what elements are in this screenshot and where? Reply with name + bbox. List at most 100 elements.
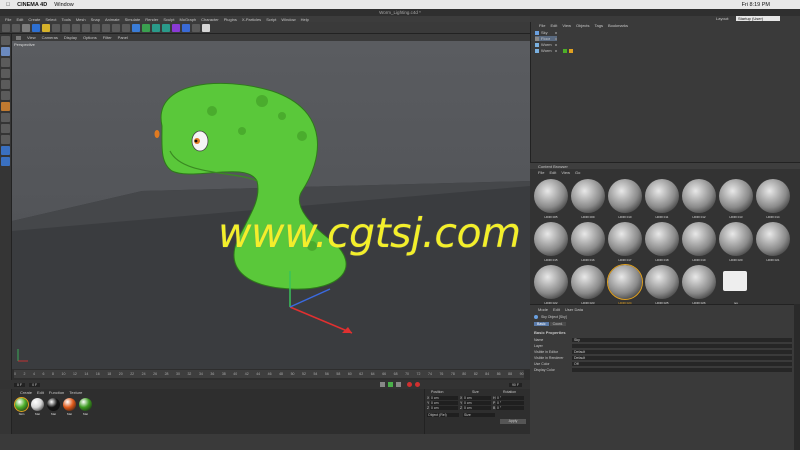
material-ball[interactable]: [63, 398, 76, 411]
visibility-dot-icon[interactable]: [555, 37, 557, 40]
object-menu-bookmarks[interactable]: Bookmarks: [608, 23, 628, 28]
coord-size-field[interactable]: 0 cm: [463, 406, 491, 411]
visibility-dot-icon[interactable]: [555, 43, 557, 46]
menu-sculpt[interactable]: Sculpt: [163, 17, 174, 22]
hdri-label[interactable]: HDRI 005: [534, 215, 568, 219]
coord-system-icon[interactable]: [92, 23, 100, 32]
viewport-panel-icon[interactable]: [16, 35, 21, 40]
material-label[interactable]: Skin: [15, 412, 28, 416]
viewport-perspective[interactable]: Perspective: [12, 41, 530, 369]
pen-icon[interactable]: [142, 23, 150, 32]
menu-plugins[interactable]: Plugins: [224, 17, 237, 22]
coord-pos-field[interactable]: 0 cm: [430, 406, 458, 411]
attribute-scrollbar[interactable]: [794, 304, 800, 450]
visibility-dot-icon[interactable]: [555, 31, 557, 34]
material-ball[interactable]: [31, 398, 44, 411]
menu-create[interactable]: Create: [28, 17, 40, 22]
hdri-label[interactable]: HDRI 015: [534, 258, 568, 262]
cb-menu-file[interactable]: File: [538, 170, 544, 175]
object-menu-view[interactable]: View: [562, 23, 571, 28]
go-start-icon[interactable]: [380, 382, 386, 387]
material-label[interactable]: Mat: [31, 412, 44, 416]
hdri-thumbnail[interactable]: [571, 179, 605, 213]
make-editable-icon[interactable]: [1, 36, 10, 45]
hdri-thumbnail[interactable]: [608, 179, 642, 213]
redo-icon[interactable]: [12, 23, 20, 32]
attr-menu-user-data[interactable]: User Data: [565, 307, 583, 312]
folder-icon[interactable]: [723, 271, 747, 291]
layout-dropdown[interactable]: Startup (User): [736, 16, 780, 21]
cb-menu-edit[interactable]: Edit: [549, 170, 556, 175]
move-icon[interactable]: [32, 23, 40, 32]
coord-pos-field[interactable]: 0 cm: [430, 395, 458, 400]
hdri-label[interactable]: HDRI 018: [645, 258, 679, 262]
hdri-label[interactable]: HDRI 020: [719, 258, 753, 262]
material-tag-icon[interactable]: [569, 48, 573, 53]
hdri-label[interactable]: HDRI 009: [571, 215, 605, 219]
z-axis-icon[interactable]: [82, 23, 90, 32]
coord-size-field[interactable]: 0 cm: [463, 395, 491, 400]
hdri-thumbnail[interactable]: [719, 179, 753, 213]
hdri-label[interactable]: HDRI 010: [608, 215, 642, 219]
hdri-thumbnail[interactable]: [645, 179, 679, 213]
subdivision-icon[interactable]: [152, 23, 160, 32]
hdri-thumbnail[interactable]: [534, 222, 568, 256]
viewport-menu-options[interactable]: Options: [83, 35, 97, 40]
render-picture-icon[interactable]: [112, 23, 120, 32]
object-row[interactable]: Floor: [535, 36, 557, 41]
hdri-thumbnail[interactable]: [571, 265, 605, 299]
autokey-icon[interactable]: [415, 382, 421, 387]
material-ball[interactable]: [14, 397, 29, 412]
viewport-menu-panel[interactable]: Panel: [118, 35, 128, 40]
attribute-value[interactable]: Off: [572, 362, 792, 366]
undo-icon[interactable]: [2, 23, 10, 32]
object-row[interactable]: Worm: [535, 42, 557, 47]
hdri-thumbnail[interactable]: [645, 265, 679, 299]
hdri-label[interactable]: HDRI 016: [571, 258, 605, 262]
clock[interactable]: Fri 8:19 PM: [742, 2, 770, 8]
coord-rot-field[interactable]: 0 °: [496, 406, 524, 411]
material-menu-create[interactable]: Create: [20, 390, 32, 395]
menu-simulate[interactable]: Simulate: [125, 17, 141, 22]
hdri-thumbnail[interactable]: [756, 179, 790, 213]
menu-animate[interactable]: Animate: [105, 17, 120, 22]
model-mode-icon[interactable]: [1, 47, 10, 56]
hdri-thumbnail[interactable]: [534, 265, 568, 299]
menu-character[interactable]: Character: [201, 17, 219, 22]
y-axis-icon[interactable]: [72, 23, 80, 32]
object-menu-objects[interactable]: Objects: [576, 23, 590, 28]
menu-help[interactable]: Help: [301, 17, 309, 22]
hdri-thumbnail[interactable]: [534, 179, 568, 213]
texture-mode-icon[interactable]: [1, 58, 10, 67]
edges-mode-icon[interactable]: [1, 91, 10, 100]
menu-x-particles[interactable]: X-Particles: [242, 17, 261, 22]
menu-mograph[interactable]: MoGraph: [179, 17, 196, 22]
material-menu-texture[interactable]: Texture: [69, 390, 82, 395]
select-icon[interactable]: [22, 23, 30, 32]
material-label[interactable]: Mat: [47, 412, 60, 416]
attribute-value[interactable]: [572, 368, 792, 372]
object-row[interactable]: Sky: [535, 30, 557, 35]
current-frame-field[interactable]: 0 F: [29, 382, 41, 387]
workplane-icon[interactable]: [1, 69, 10, 78]
rotate-icon[interactable]: [52, 23, 60, 32]
play-icon[interactable]: [388, 382, 394, 387]
attribute-value[interactable]: Default: [572, 350, 792, 354]
menu-tools[interactable]: Tools: [62, 17, 71, 22]
menu-select[interactable]: Select: [45, 17, 56, 22]
coord-pos-field[interactable]: 0 cm: [430, 401, 458, 406]
coord-rot-field[interactable]: 0 °: [496, 401, 524, 406]
viewport-menu-view[interactable]: View: [27, 35, 36, 40]
deformer-icon[interactable]: [172, 23, 180, 32]
camera-icon[interactable]: [192, 23, 200, 32]
material-label[interactable]: Mat: [79, 412, 92, 416]
material-ball[interactable]: [79, 398, 92, 411]
material-label[interactable]: Mat: [63, 412, 76, 416]
menu-mesh[interactable]: Mesh: [76, 17, 86, 22]
hdri-thumbnail[interactable]: [682, 179, 716, 213]
hdri-thumbnail[interactable]: [719, 222, 753, 256]
apple-icon[interactable]: : [6, 2, 10, 8]
record-icon[interactable]: [407, 382, 413, 387]
snap-icon[interactable]: [1, 135, 10, 144]
hdri-label[interactable]: HDRI 019: [682, 258, 716, 262]
